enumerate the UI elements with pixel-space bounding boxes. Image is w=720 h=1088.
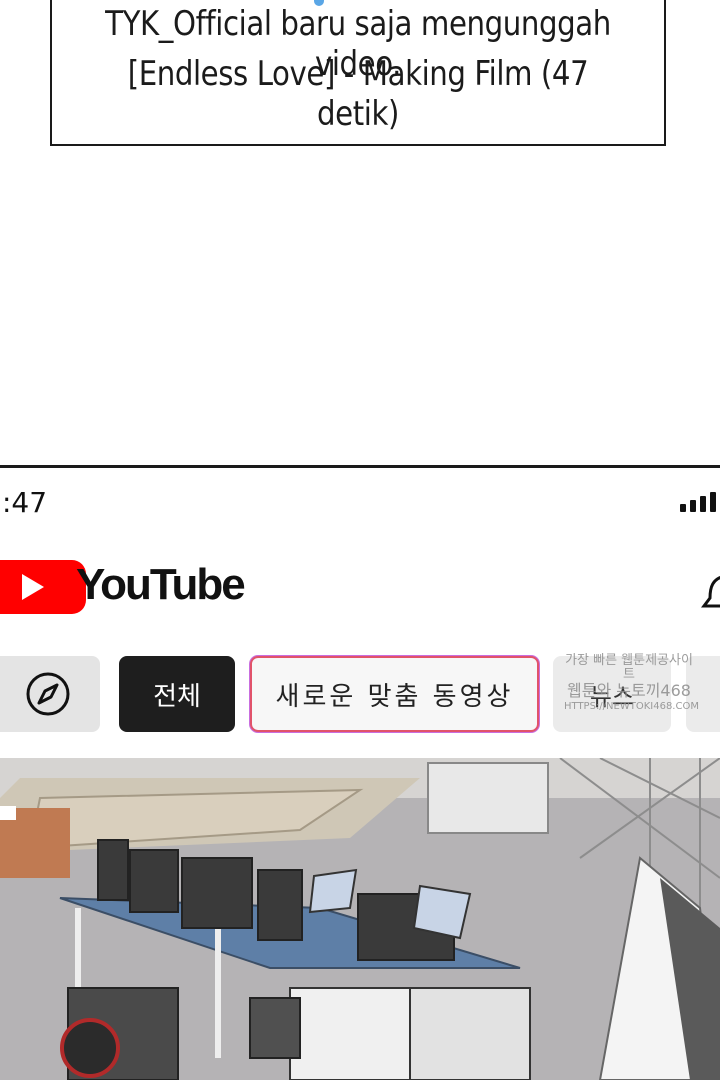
explore-chip[interactable] [0,656,100,732]
youtube-wordmark[interactable]: YouTube [76,560,246,610]
compass-icon [26,672,70,716]
site-watermark: 가장 빠른 웹툰제공사이트 웹툰와 뉴토끼468 HTTPS://NEWTOKI… [564,653,699,714]
studio-scene-illustration [0,758,720,1080]
chip-new-for-you[interactable]: 새로운 맞춤 동영상 [250,656,539,732]
chip-all[interactable]: 전체 [119,656,235,732]
signal-bars-icon [680,492,716,512]
caption-line-2: [Endless Love] - Making Film (47 detik) [127,54,589,134]
watermark-line-2: 웹툰와 뉴토끼468 [567,681,691,700]
video-thumbnail[interactable] [0,758,720,1080]
watermark-line-3: HTTPS://NEWTOKI468.COM [564,701,699,712]
watermark-line-1: 가장 빠른 웹툰제공사이트 [565,653,693,682]
bell-icon[interactable] [700,568,720,614]
status-time: :47 [2,486,48,519]
notification-caption-box: TYK_Official baru saja mengunggah video.… [50,0,666,146]
